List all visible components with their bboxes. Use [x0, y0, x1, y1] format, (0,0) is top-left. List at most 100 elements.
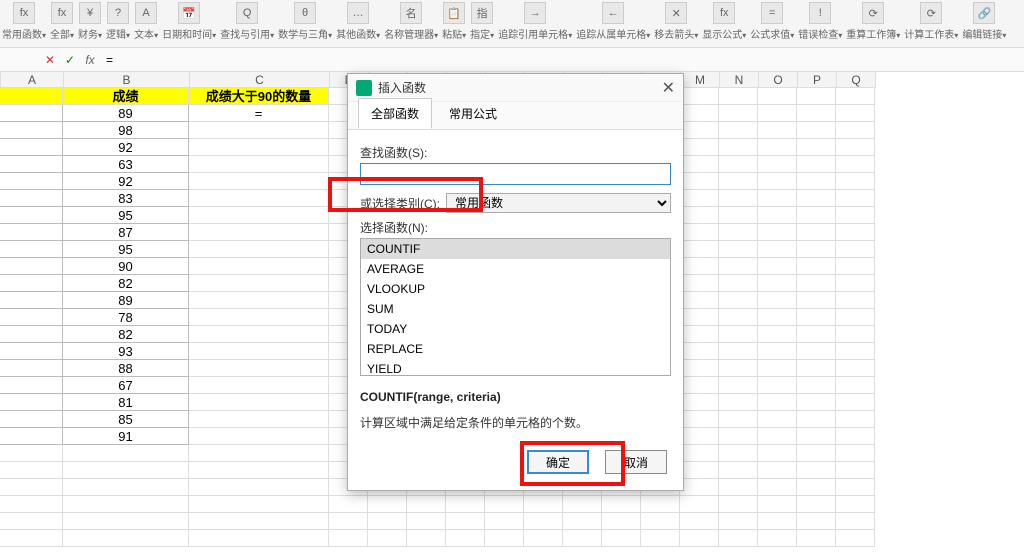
cell-N-14[interactable] [719, 326, 758, 343]
cell-O-6[interactable] [758, 190, 797, 207]
cell-E-24[interactable] [368, 496, 407, 513]
cell-O-8[interactable] [758, 224, 797, 241]
cell-P-5[interactable] [797, 173, 836, 190]
cell-Q-12[interactable] [836, 292, 875, 309]
cell-N-3[interactable] [719, 139, 758, 156]
cell-P-11[interactable] [797, 275, 836, 292]
cell-G-24[interactable] [446, 496, 485, 513]
cell-B-18[interactable]: 81 [63, 394, 189, 411]
cell-P-20[interactable] [797, 428, 836, 445]
cell-Q-15[interactable] [836, 343, 875, 360]
cell-P-18[interactable] [797, 394, 836, 411]
column-header-N[interactable]: N [720, 72, 759, 88]
cell-P-4[interactable] [797, 156, 836, 173]
cell-N-19[interactable] [719, 411, 758, 428]
cell-N-11[interactable] [719, 275, 758, 292]
cell-O-14[interactable] [758, 326, 797, 343]
cell-M-7[interactable] [680, 207, 719, 224]
category-select[interactable]: 常用函数 [446, 193, 671, 213]
cell-O-1[interactable] [758, 105, 797, 122]
cell-O-17[interactable] [758, 377, 797, 394]
cell-Q-6[interactable] [836, 190, 875, 207]
cell-J-25[interactable] [563, 513, 602, 530]
cell-B-10[interactable]: 90 [63, 258, 189, 275]
cell-Q-24[interactable] [836, 496, 875, 513]
cell-B-8[interactable]: 87 [63, 224, 189, 241]
cell-O-21[interactable] [758, 445, 797, 462]
cell-P-0[interactable] [797, 88, 836, 105]
cell-M-4[interactable] [680, 156, 719, 173]
cell-C-8[interactable] [189, 224, 329, 241]
cell-C-1[interactable]: = [189, 105, 329, 122]
cell-M-16[interactable] [680, 360, 719, 377]
cell-P-12[interactable] [797, 292, 836, 309]
cell-N-8[interactable] [719, 224, 758, 241]
cell-M-9[interactable] [680, 241, 719, 258]
cell-M-19[interactable] [680, 411, 719, 428]
cell-P-13[interactable] [797, 309, 836, 326]
cell-B-20[interactable]: 91 [63, 428, 189, 445]
cell-B-7[interactable]: 95 [63, 207, 189, 224]
cell-P-17[interactable] [797, 377, 836, 394]
cell-A-16[interactable] [0, 360, 63, 377]
cell-C-3[interactable] [189, 139, 329, 156]
cell-B-24[interactable] [63, 496, 189, 513]
cell-N-20[interactable] [719, 428, 758, 445]
cell-E-25[interactable] [368, 513, 407, 530]
cell-P-7[interactable] [797, 207, 836, 224]
cell-P-8[interactable] [797, 224, 836, 241]
ribbon-item-10[interactable]: 📋粘贴▾ [440, 2, 468, 41]
cell-Q-11[interactable] [836, 275, 875, 292]
cell-Q-22[interactable] [836, 462, 875, 479]
cell-O-4[interactable] [758, 156, 797, 173]
cell-O-7[interactable] [758, 207, 797, 224]
cell-Q-5[interactable] [836, 173, 875, 190]
cell-M-12[interactable] [680, 292, 719, 309]
cell-N-15[interactable] [719, 343, 758, 360]
ribbon-item-16[interactable]: =公式求值▾ [748, 2, 796, 41]
cell-C-4[interactable] [189, 156, 329, 173]
cell-Q-10[interactable] [836, 258, 875, 275]
cell-A-14[interactable] [0, 326, 63, 343]
cell-C-23[interactable] [189, 479, 329, 496]
cell-M-5[interactable] [680, 173, 719, 190]
cell-A-11[interactable] [0, 275, 63, 292]
cell-C-22[interactable] [189, 462, 329, 479]
fx-icon[interactable]: fx [80, 53, 100, 67]
ribbon-item-0[interactable]: fx常用函数▾ [0, 2, 48, 41]
cell-P-15[interactable] [797, 343, 836, 360]
ribbon-item-3[interactable]: ?逻辑▾ [104, 2, 132, 41]
cell-P-3[interactable] [797, 139, 836, 156]
cell-A-21[interactable] [0, 445, 63, 462]
cell-C-13[interactable] [189, 309, 329, 326]
cell-P-9[interactable] [797, 241, 836, 258]
cell-Q-14[interactable] [836, 326, 875, 343]
function-item-replace[interactable]: REPLACE [361, 339, 670, 359]
function-item-yield[interactable]: YIELD [361, 359, 670, 376]
cell-B-3[interactable]: 92 [63, 139, 189, 156]
cell-Q-0[interactable] [836, 88, 875, 105]
cancel-button[interactable]: 取消 [605, 450, 667, 474]
cell-A-6[interactable] [0, 190, 63, 207]
cell-M-23[interactable] [680, 479, 719, 496]
cell-M-26[interactable] [680, 530, 719, 547]
cell-Q-7[interactable] [836, 207, 875, 224]
cell-H-26[interactable] [485, 530, 524, 547]
cell-A-10[interactable] [0, 258, 63, 275]
cell-D-24[interactable] [329, 496, 368, 513]
cell-A-15[interactable] [0, 343, 63, 360]
ribbon-item-5[interactable]: 📅日期和时间▾ [160, 2, 218, 41]
cell-M-24[interactable] [680, 496, 719, 513]
cell-L-26[interactable] [641, 530, 680, 547]
cell-C-17[interactable] [189, 377, 329, 394]
cell-N-7[interactable] [719, 207, 758, 224]
cell-C-20[interactable] [189, 428, 329, 445]
cell-A-2[interactable] [0, 122, 63, 139]
cell-B-9[interactable]: 95 [63, 241, 189, 258]
cell-M-14[interactable] [680, 326, 719, 343]
cell-C-10[interactable] [189, 258, 329, 275]
cell-M-11[interactable] [680, 275, 719, 292]
cell-B-25[interactable] [63, 513, 189, 530]
cell-A-7[interactable] [0, 207, 63, 224]
function-item-vlookup[interactable]: VLOOKUP [361, 279, 670, 299]
